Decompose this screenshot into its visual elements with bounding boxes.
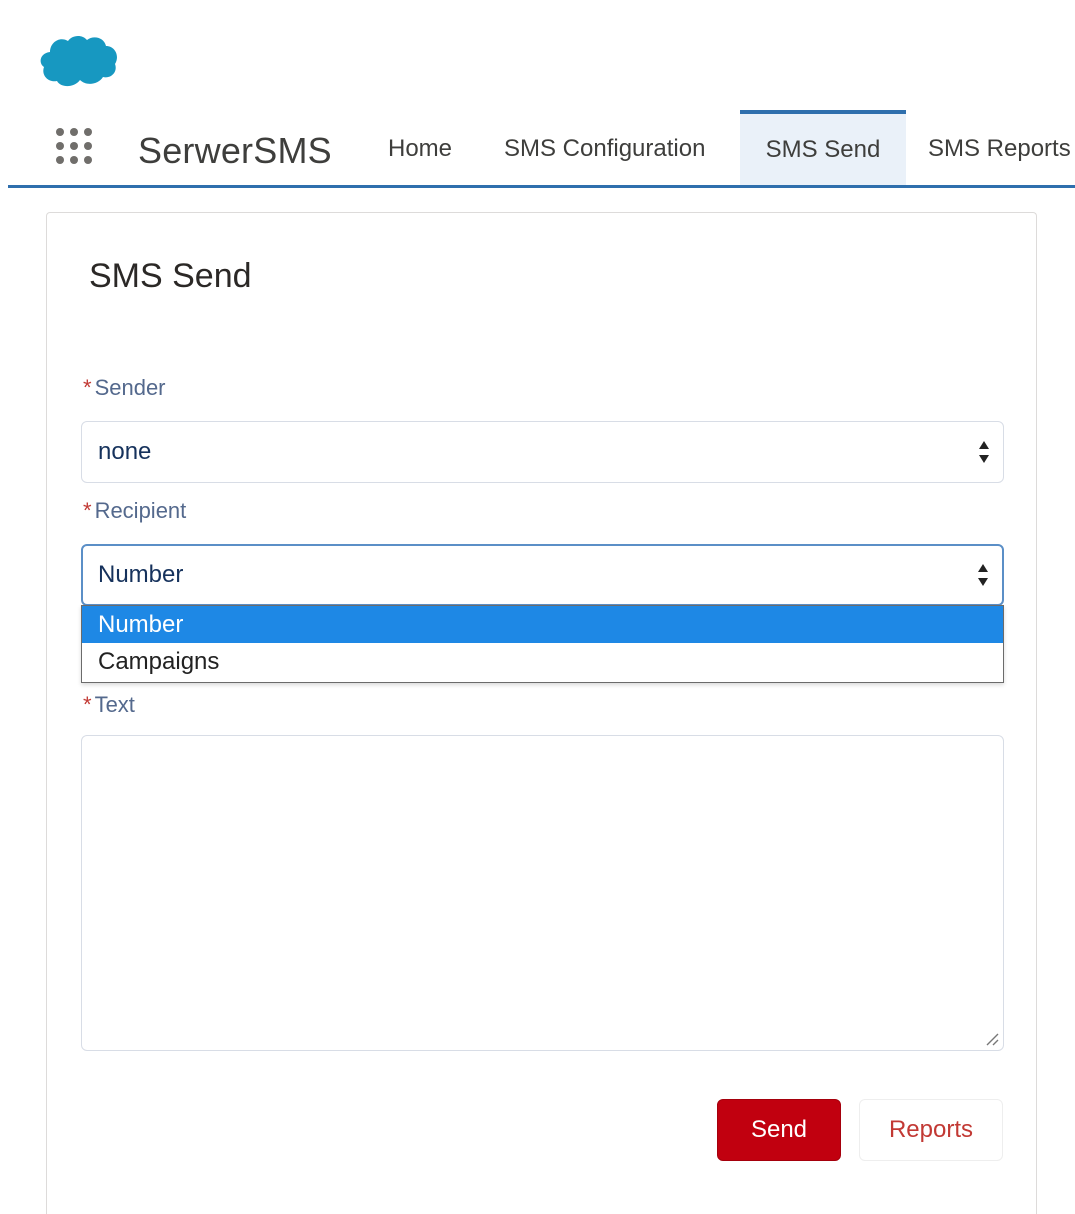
sender-select[interactable]: none bbox=[81, 421, 1004, 483]
tab-sms-send[interactable]: SMS Send bbox=[740, 110, 906, 185]
resize-handle-icon[interactable] bbox=[983, 1030, 999, 1046]
recipient-label-text: Recipient bbox=[94, 498, 187, 523]
required-marker: * bbox=[83, 692, 92, 717]
sender-label: * Sender bbox=[83, 375, 166, 401]
reports-button[interactable]: Reports bbox=[859, 1099, 1003, 1161]
text-textarea[interactable] bbox=[81, 735, 1004, 1051]
tab-sms-configuration[interactable]: SMS Configuration bbox=[504, 110, 705, 185]
required-marker: * bbox=[83, 375, 92, 400]
tab-sms-reports[interactable]: SMS Reports bbox=[928, 110, 1071, 185]
recipient-select-value: Number bbox=[98, 561, 184, 588]
select-arrows-icon bbox=[979, 441, 989, 463]
select-arrows-icon bbox=[978, 564, 988, 586]
page-title: SMS Send bbox=[89, 257, 252, 295]
salesforce-cloud-icon bbox=[36, 32, 118, 90]
text-label-text: Text bbox=[94, 692, 135, 717]
app-nav-bar: SerwerSMS Home SMS Configuration SMS Sen… bbox=[8, 110, 1075, 188]
sender-select-value: none bbox=[98, 438, 152, 465]
recipient-dropdown-list: Number Campaigns bbox=[81, 605, 1004, 683]
sms-send-card: SMS Send * Sender none * Recipient Number … bbox=[46, 212, 1037, 1214]
sender-label-text: Sender bbox=[94, 375, 166, 400]
tab-home[interactable]: Home bbox=[388, 110, 452, 185]
recipient-option-campaigns[interactable]: Campaigns bbox=[82, 643, 1003, 680]
recipient-option-number[interactable]: Number bbox=[82, 606, 1003, 643]
required-marker: * bbox=[83, 498, 92, 523]
text-label: * Text bbox=[83, 692, 135, 718]
recipient-select[interactable]: Number bbox=[81, 544, 1004, 606]
recipient-label: * Recipient bbox=[83, 498, 186, 524]
app-launcher-grid-icon[interactable] bbox=[52, 124, 96, 168]
send-button[interactable]: Send bbox=[717, 1099, 841, 1161]
app-name: SerwerSMS bbox=[138, 130, 332, 171]
